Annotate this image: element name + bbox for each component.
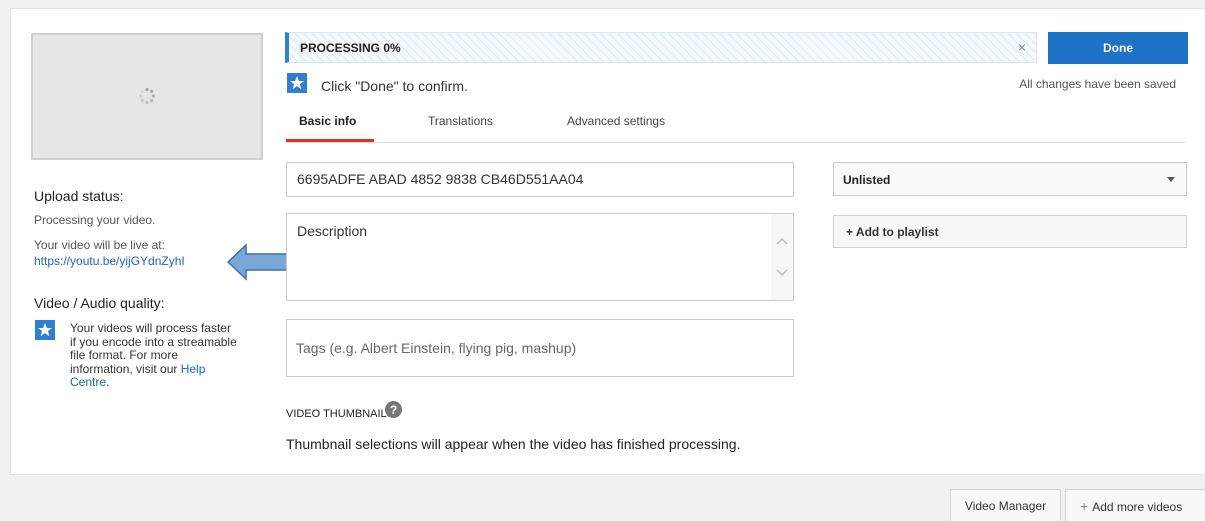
processing-status: PROCESSING 0%: [300, 41, 401, 55]
close-icon[interactable]: ×: [1018, 39, 1026, 55]
add-more-videos-label: Add more videos: [1092, 499, 1183, 514]
video-manager-button[interactable]: Video Manager: [950, 489, 1061, 521]
plus-icon: +: [1080, 497, 1089, 514]
done-button[interactable]: Done: [1048, 32, 1188, 64]
description-scrollbar[interactable]: [771, 214, 793, 300]
privacy-selected-value: Unlisted: [843, 173, 891, 187]
tab-advanced-settings[interactable]: Advanced settings: [567, 114, 665, 128]
add-more-videos-button[interactable]: + Add more videos: [1065, 489, 1205, 521]
svg-text:?: ?: [390, 403, 397, 417]
description-placeholder: Description: [297, 223, 368, 239]
video-audio-quality-title: Video / Audio quality:: [34, 295, 165, 311]
quality-tip-text: Your videos will process faster if you e…: [70, 321, 240, 390]
thumbnails-message: Thumbnail selections will appear when th…: [286, 436, 741, 452]
saved-status-text: All changes have been saved: [1019, 77, 1176, 91]
tab-bar: Basic info Translations Advanced setting…: [286, 106, 1186, 143]
processing-status-text: Processing your video.: [34, 213, 156, 227]
loading-spinner-icon: [138, 87, 156, 105]
star-icon: [35, 320, 55, 340]
star-icon: [287, 73, 307, 93]
live-url-label: Your video will be live at:: [34, 238, 165, 252]
video-live-link[interactable]: https://youtu.be/yijGYdnZyhI: [34, 254, 185, 268]
tags-placeholder: Tags (e.g. Albert Einstein, flying pig, …: [296, 340, 577, 356]
chevron-up-icon[interactable]: [775, 234, 789, 248]
chevron-down-icon[interactable]: [775, 266, 789, 280]
description-textarea[interactable]: Description: [286, 213, 794, 301]
processing-progress-bar: PROCESSING 0% ×: [285, 32, 1037, 63]
confirm-message: Click "Done" to confirm.: [321, 78, 468, 94]
upload-status-title: Upload status:: [34, 188, 124, 204]
tab-translations[interactable]: Translations: [428, 114, 493, 128]
title-input[interactable]: 6695ADFE ABAD 4852 9838 CB46D551AA04: [286, 162, 794, 197]
tab-basic-info[interactable]: Basic info: [299, 114, 356, 128]
question-mark-icon[interactable]: ?: [385, 401, 402, 418]
add-to-playlist-button[interactable]: + Add to playlist: [833, 215, 1187, 248]
video-thumbnails-title: VIDEO THUMBNAILS: [286, 408, 394, 420]
privacy-select[interactable]: Unlisted: [833, 162, 1187, 196]
video-thumbnail-placeholder: [31, 33, 263, 160]
tags-input[interactable]: Tags (e.g. Albert Einstein, flying pig, …: [286, 319, 794, 377]
caret-down-icon: [1167, 177, 1175, 182]
active-tab-indicator: [286, 139, 374, 142]
quality-tip-body: Your videos will process faster if you e…: [70, 321, 237, 376]
quality-tip-end: .: [106, 375, 110, 389]
